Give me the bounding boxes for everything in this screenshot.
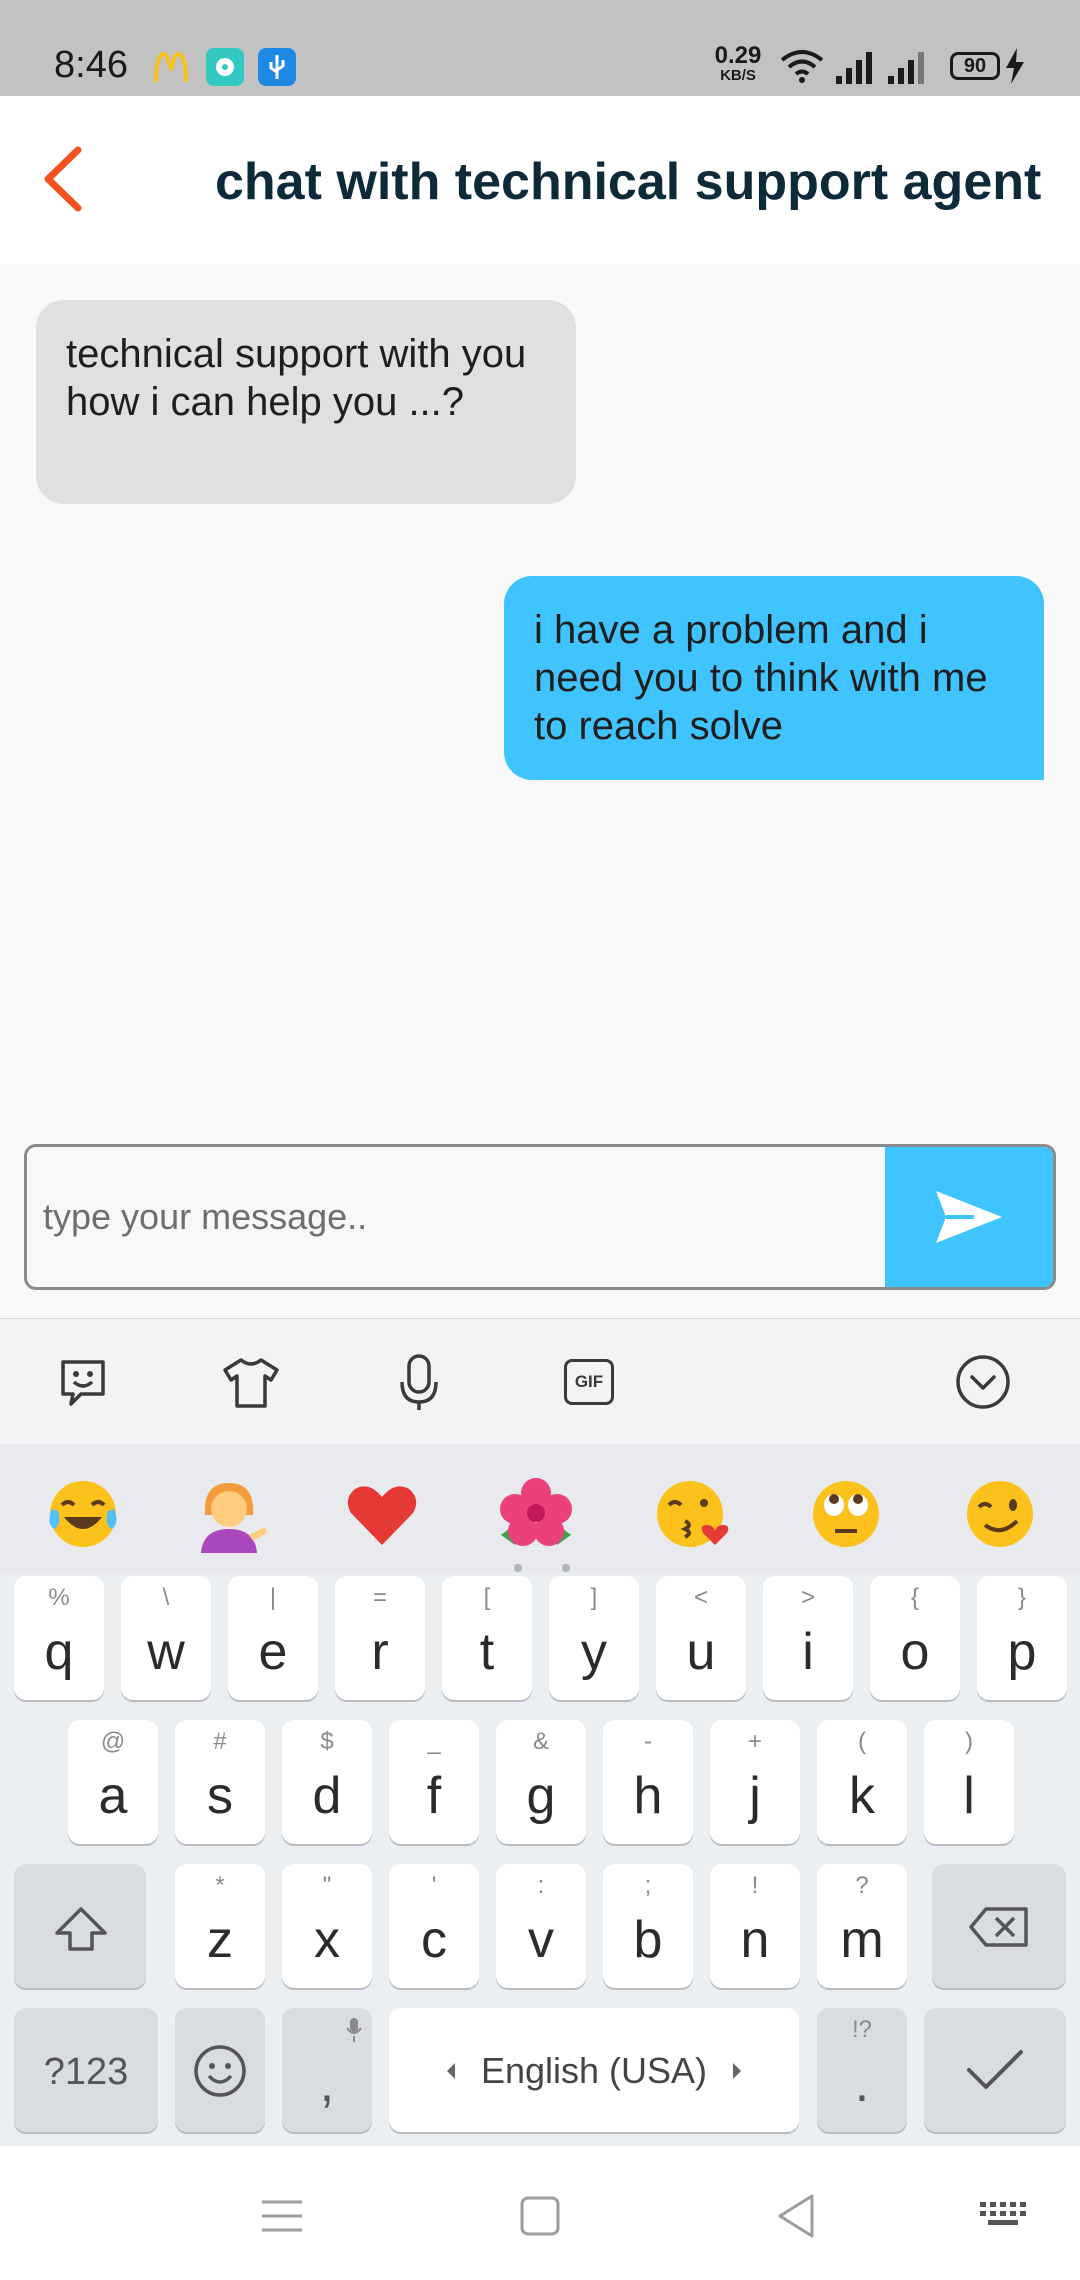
wifi-icon <box>780 50 824 83</box>
key-j[interactable]: + j <box>710 1720 800 1844</box>
key-q[interactable]: % q <box>14 1576 104 1700</box>
key-x[interactable]: " x <box>282 1864 372 1988</box>
key-d[interactable]: $ d <box>282 1720 372 1844</box>
emoji-suggestion-person-tipping-hand[interactable] <box>190 1474 270 1554</box>
key-l[interactable]: ) l <box>924 1720 1014 1844</box>
signal-icon <box>836 52 872 84</box>
send-icon <box>936 1191 1002 1243</box>
face-rolling-eyes-emoji-icon <box>813 1481 879 1547</box>
mic-hint-icon <box>346 2018 362 2042</box>
key-p[interactable]: } p <box>977 1576 1067 1700</box>
send-button[interactable] <box>885 1147 1053 1287</box>
comma-key[interactable]: , <box>282 2008 372 2132</box>
person-tipping-hand-emoji-icon <box>201 1483 267 1553</box>
key-s[interactable]: # s <box>175 1720 265 1844</box>
tears-of-joy-emoji-icon <box>49 1481 117 1547</box>
key-y[interactable]: ] y <box>549 1576 639 1700</box>
key-f[interactable]: _ f <box>389 1720 479 1844</box>
back-nav-icon[interactable] <box>768 2186 828 2246</box>
symbols-key[interactable]: ?123 <box>14 2008 158 2132</box>
emoji-key[interactable] <box>175 2008 265 2132</box>
key-v[interactable]: :v <box>496 1864 586 1988</box>
hibiscus-emoji-icon <box>500 1478 572 1546</box>
voice-input-button[interactable] <box>386 1349 452 1415</box>
emoji-suggestion-red-heart[interactable] <box>342 1474 422 1554</box>
gif-button[interactable]: GIF <box>556 1349 622 1415</box>
keyboard-switch-icon[interactable] <box>976 2186 1036 2246</box>
emoji-suggestion-face-rolling-eyes[interactable] <box>806 1474 886 1554</box>
key-i[interactable]: > i <box>763 1576 853 1700</box>
arrow-right-icon <box>733 2063 741 2079</box>
charging-icon <box>1006 48 1024 84</box>
app-header: chat with technical support agent <box>0 96 1080 264</box>
key-b[interactable]: ; b <box>603 1864 693 1988</box>
key-t[interactable]: [t <box>442 1576 532 1700</box>
red-heart-emoji-icon <box>347 1486 417 1545</box>
gif-icon: GIF <box>564 1359 614 1405</box>
chat-app-icon <box>206 48 244 86</box>
key-w[interactable]: \ w <box>121 1576 211 1700</box>
key-g[interactable]: & g <box>496 1720 586 1844</box>
emoji-suggestion-winking-face[interactable] <box>960 1474 1040 1554</box>
key-r[interactable]: = r <box>335 1576 425 1700</box>
collapse-keyboard-button[interactable] <box>950 1349 1016 1415</box>
battery-level: 90 <box>963 55 987 77</box>
space-bar[interactable]: English (USA) <box>389 2008 799 2132</box>
emoji-suggestion-bar <box>0 1444 1080 1574</box>
theme-button[interactable] <box>218 1349 284 1415</box>
microphone-icon <box>400 1354 438 1410</box>
status-bar: 8:46 0.29 KB/S 90 <box>0 0 1080 96</box>
signal-icon <box>888 52 924 84</box>
message-composer <box>24 1144 1056 1290</box>
winking-face-emoji-icon <box>967 1481 1033 1547</box>
face-blowing-kiss-emoji-icon <box>657 1481 729 1547</box>
system-navigation-bar <box>0 2146 1080 2280</box>
sticker-button[interactable] <box>50 1349 116 1415</box>
network-speed: 0.29 KB/S <box>714 42 762 84</box>
mcdonalds-app-icon <box>154 51 188 83</box>
key-h[interactable]: -h <box>603 1720 693 1844</box>
key-c[interactable]: ' c <box>389 1864 479 1988</box>
keyboard-toolbar: GIF <box>0 1318 1080 1444</box>
theme-icon <box>223 1358 279 1408</box>
emoji-suggestion-hibiscus[interactable] <box>496 1474 576 1554</box>
shift-key[interactable] <box>14 1864 146 1988</box>
battery-icon: 90 <box>950 52 1000 80</box>
usb-icon <box>258 48 296 86</box>
page-indicator-dot <box>514 1564 522 1572</box>
smiley-icon <box>194 2045 246 2097</box>
backspace-icon <box>969 1907 1028 1947</box>
key-n[interactable]: ! n <box>710 1864 800 1988</box>
incoming-message-bubble: technical support with you how i can hel… <box>36 300 576 504</box>
key-m[interactable]: ? m <box>817 1864 907 1988</box>
key-a[interactable]: @ a <box>68 1720 158 1844</box>
back-button[interactable] <box>36 144 96 214</box>
home-icon[interactable] <box>510 2186 570 2246</box>
checkmark-icon <box>967 2050 1023 2089</box>
menu-icon[interactable] <box>252 2186 312 2246</box>
period-key[interactable]: !?. <box>817 2008 907 2132</box>
page-indicator-dot <box>562 1564 570 1572</box>
status-time: 8:46 <box>54 44 128 86</box>
enter-key[interactable] <box>924 2008 1066 2132</box>
emoji-suggestion-tears-of-joy[interactable] <box>43 1474 123 1554</box>
backspace-key[interactable] <box>932 1864 1066 1988</box>
key-k[interactable]: (k <box>817 1720 907 1844</box>
collapse-icon <box>956 1355 1010 1409</box>
key-o[interactable]: {o <box>870 1576 960 1700</box>
emoji-suggestion-face-blowing-kiss[interactable] <box>650 1474 730 1554</box>
sticker-icon <box>61 1360 105 1406</box>
message-input[interactable] <box>27 1147 887 1287</box>
page-title: chat with technical support agent <box>215 153 1042 211</box>
key-e[interactable]: | e <box>228 1576 318 1700</box>
key-u[interactable]: < u <box>656 1576 746 1700</box>
key-z[interactable]: * z <box>175 1864 265 1988</box>
outgoing-message-bubble: i have a problem and i need you to think… <box>504 576 1044 780</box>
soft-keyboard: GIF % q \ w | e = r [t] y < u > i {o … <box>0 1318 1080 2146</box>
shift-icon <box>55 1907 107 1951</box>
